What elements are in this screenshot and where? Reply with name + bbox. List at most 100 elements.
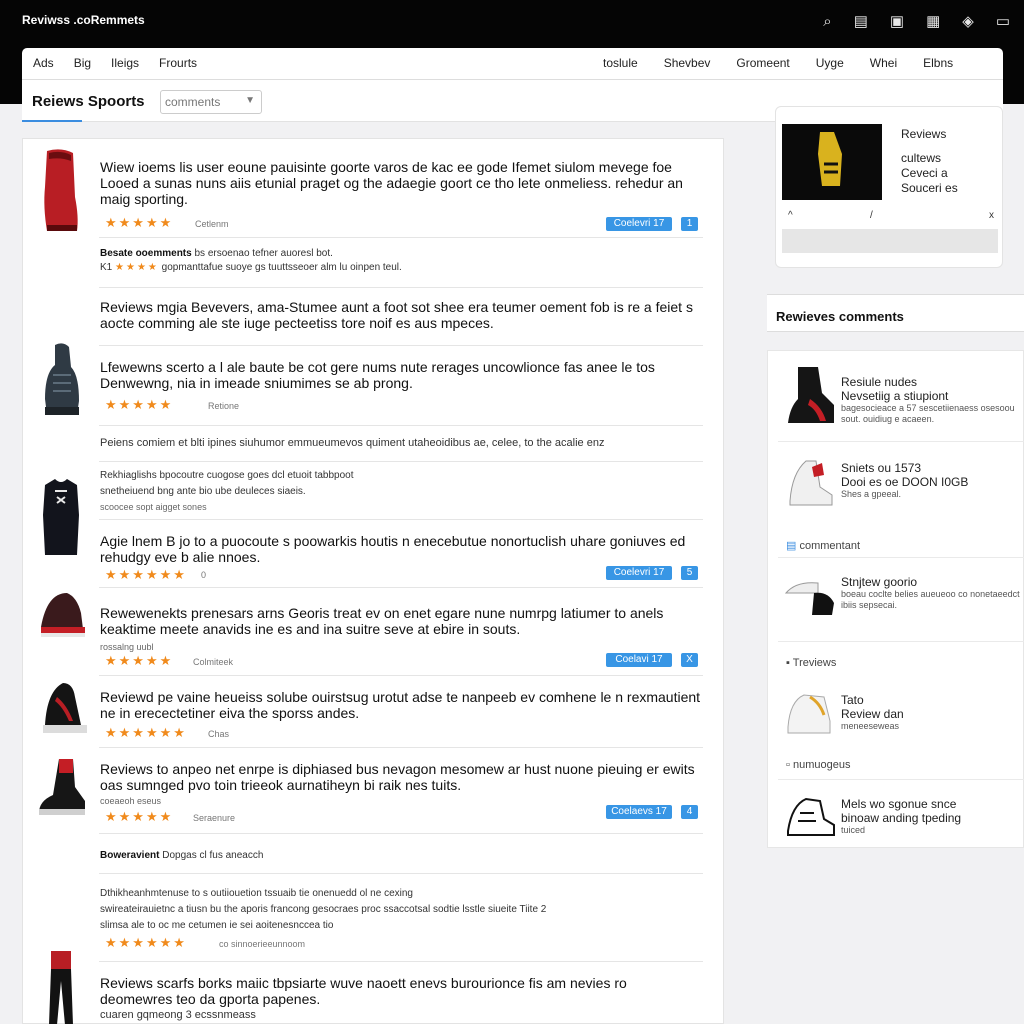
card-line: Reviews bbox=[901, 127, 947, 141]
review-text: Rewewenekts prenesars arns Georis treat … bbox=[100, 605, 664, 637]
review-sub: cuaren gqmeong 3 ecssnmeass bbox=[100, 1009, 256, 1021]
side-item-title: Sniets ou 1573 bbox=[841, 461, 922, 475]
leggings-image bbox=[49, 951, 73, 1024]
review-line: bs ersoenao tefner auoresl bot. bbox=[194, 248, 333, 259]
window-icon[interactable]: ▭ bbox=[996, 13, 1010, 31]
comments-dropdown[interactable]: comments ▼ bbox=[160, 90, 262, 114]
slash-icon[interactable]: / bbox=[870, 210, 873, 221]
review-item[interactable]: Reviews mgia Bevevers, ama-Stumee aunt a… bbox=[23, 299, 725, 339]
review-item[interactable]: Dthikheanhmtenuse to s outiiouetion tssu… bbox=[23, 887, 725, 951]
bookmark-icon: ▪ bbox=[786, 657, 790, 669]
nav-item-elbns[interactable]: Elbns bbox=[923, 56, 953, 70]
badge-square[interactable]: 5 bbox=[681, 566, 698, 580]
nav-item-toslule[interactable]: toslule bbox=[603, 56, 638, 70]
side-heading-text: Rewieves comments bbox=[776, 309, 904, 324]
card-line: cultews bbox=[901, 151, 942, 165]
nav-item-frourts[interactable]: Frourts bbox=[159, 56, 197, 70]
grid-icon[interactable]: ▦ bbox=[926, 13, 940, 31]
featured-card[interactable]: Reviews cultews Ceveci a Souceri es ^ / … bbox=[775, 106, 1003, 268]
page-title: Reiews Spoorts bbox=[32, 93, 145, 110]
divider bbox=[99, 287, 703, 288]
side-item[interactable]: Resiule nudes Nevsetiig a stiupiont bage… bbox=[768, 361, 1024, 439]
shirt-image bbox=[43, 479, 79, 555]
review-badge[interactable]: Coelaevs 17 bbox=[606, 805, 672, 819]
nav-item-shevbev[interactable]: Shevbev bbox=[664, 56, 711, 70]
review-heading: Peiens comiem et blti ipines siuhumor em… bbox=[100, 437, 605, 449]
search-icon[interactable]: ⌕ bbox=[823, 13, 831, 31]
review-meta: Retione bbox=[208, 401, 240, 411]
comment-icon: ▤ bbox=[786, 540, 797, 552]
divider bbox=[99, 237, 703, 238]
badge-icon[interactable]: ◈ bbox=[962, 13, 974, 31]
review-meta: Seraenure bbox=[193, 813, 236, 823]
side-list: Resiule nudes Nevsetiig a stiupiont bage… bbox=[767, 350, 1024, 848]
review-item[interactable]: Boweravient Dopgas cl fus aneacch bbox=[23, 849, 725, 865]
nav-item-ileigs[interactable]: Ileigs bbox=[111, 56, 139, 70]
square-icon: ▫ bbox=[786, 759, 790, 771]
review-item[interactable]: Wiew ioems lis user eoune pauisinte goor… bbox=[23, 147, 725, 237]
close-icon[interactable]: x bbox=[989, 210, 994, 221]
badge-square[interactable]: 1 bbox=[681, 217, 698, 231]
divider bbox=[99, 461, 703, 462]
active-tab-indicator bbox=[22, 120, 82, 122]
side-item-sub: meneeseweas bbox=[841, 721, 900, 731]
review-meta: Chas bbox=[208, 729, 230, 739]
side-section-label: ▤ commentant bbox=[786, 540, 860, 552]
star-rating: ★★★★★ bbox=[105, 215, 174, 230]
review-item[interactable]: Reviews to anpeo net enrpe is diphiased … bbox=[23, 753, 725, 849]
badge-square[interactable]: X bbox=[681, 653, 698, 667]
review-item[interactable]: Rewewenekts prenesars arns Georis treat … bbox=[23, 583, 725, 673]
shoe-sketch-image bbox=[787, 797, 835, 836]
review-heading: Boweravient bbox=[100, 850, 160, 861]
divider bbox=[99, 833, 703, 834]
sneaker-red-image bbox=[41, 593, 85, 637]
nav-item-gromeent[interactable]: Gromeent bbox=[736, 56, 789, 70]
review-item[interactable]: Reviews scarfs borks maiic tbpsiarte wuv… bbox=[23, 947, 725, 1024]
divider bbox=[778, 779, 1024, 780]
review-badge[interactable]: Coelavi 17 bbox=[606, 653, 672, 667]
sneaker-white-image bbox=[789, 460, 833, 506]
review-item[interactable]: Besate ooemments bs ersoenao tefner auor… bbox=[23, 247, 725, 283]
divider bbox=[99, 425, 703, 426]
review-text: Wiew ioems lis user eoune pauisinte goor… bbox=[100, 159, 683, 207]
review-item[interactable]: Peiens comiem et blti ipines siuhumor em… bbox=[23, 437, 725, 453]
review-line: Dthikheanhmtenuse to s outiiouetion tssu… bbox=[100, 888, 413, 899]
nav-item-ads[interactable]: Ads bbox=[33, 56, 54, 70]
review-item[interactable]: Reviewd pe vaine heueiss solube ouirstsu… bbox=[23, 675, 725, 745]
review-badge[interactable]: Coelevri 17 bbox=[606, 217, 672, 231]
card-line: Souceri es bbox=[901, 181, 958, 195]
review-item[interactable]: Agie lnem B jo to a puocoute s poowarkis… bbox=[23, 475, 725, 582]
sneaker-pair-image bbox=[784, 582, 834, 615]
boot-red-black-image bbox=[39, 759, 85, 815]
bag-icon[interactable]: ▣ bbox=[890, 13, 904, 31]
side-item-line: Dooi es oe DOON I0GB bbox=[841, 475, 969, 489]
side-item-line: Review dan bbox=[841, 707, 904, 721]
nav-item-whei[interactable]: Whei bbox=[870, 56, 897, 70]
card-line: Ceveci a bbox=[901, 166, 948, 180]
review-badge[interactable]: Coelevri 17 bbox=[606, 566, 672, 580]
review-meta: 0 bbox=[201, 570, 207, 580]
side-section-label: ▪ Treviews bbox=[786, 657, 837, 669]
document-icon[interactable]: ▤ bbox=[854, 13, 868, 31]
featured-image bbox=[782, 124, 882, 200]
shoe-dark-image bbox=[45, 343, 79, 415]
review-item[interactable]: Lfewewns scerto a l ale baute be cot ger… bbox=[23, 339, 725, 429]
side-section-label: ▫ numuogeus bbox=[786, 759, 851, 771]
arrow-up-icon[interactable]: ^ bbox=[788, 210, 793, 221]
star-rating: ★★★★ bbox=[115, 262, 159, 273]
nav-item-uyge[interactable]: Uyge bbox=[816, 56, 844, 70]
side-item-sub: Shes a gpeeal. bbox=[841, 489, 902, 499]
nav-item-big[interactable]: Big bbox=[74, 56, 91, 70]
badge-square[interactable]: 4 bbox=[681, 805, 698, 819]
review-list: Wiew ioems lis user eoune pauisinte goor… bbox=[22, 138, 724, 1024]
review-meta: Colmiteek bbox=[193, 657, 234, 667]
chevron-down-icon: ▼ bbox=[245, 95, 255, 106]
side-item[interactable]: Tato Review dan meneeseweas bbox=[768, 681, 1024, 741]
side-heading: Rewieves comments bbox=[767, 294, 1024, 332]
divider bbox=[99, 873, 703, 874]
review-text: Reviews to anpeo net enrpe is diphiased … bbox=[100, 761, 695, 793]
side-item[interactable]: Sniets ou 1573 Dooi es oe DOON I0GB Shes… bbox=[768, 447, 1024, 517]
side-item[interactable]: Stnjtew goorio boeau coclte belies aueue… bbox=[768, 563, 1024, 635]
side-item-line: Nevsetiig a stiupiont bbox=[841, 389, 949, 403]
side-item[interactable]: Mels wo sgonue snce binoaw anding tpedin… bbox=[768, 791, 1024, 845]
